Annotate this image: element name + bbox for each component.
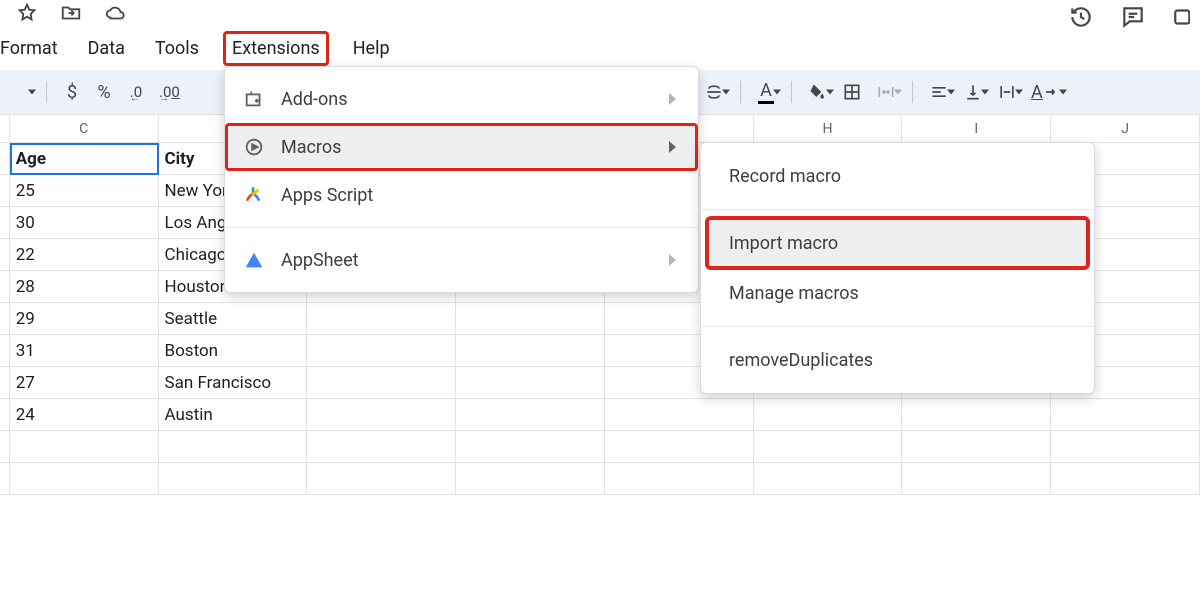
col-header[interactable]: I — [902, 115, 1051, 143]
menu-item-appsheet[interactable]: AppSheet — [225, 236, 698, 284]
menu-label: Import macro — [729, 233, 1066, 254]
table-row — [0, 431, 1200, 463]
borders-button[interactable] — [838, 77, 866, 107]
menu-label: Manage macros — [729, 283, 1072, 304]
menu-help[interactable]: Help — [347, 34, 396, 63]
meet-icon[interactable] — [1172, 4, 1190, 34]
menu-format[interactable]: Format — [0, 34, 64, 63]
macros-submenu: Record macro Import macro Manage macros … — [700, 142, 1095, 394]
move-folder-icon[interactable] — [60, 2, 82, 28]
table-row — [0, 463, 1200, 495]
menu-extensions[interactable]: Extensions — [223, 31, 329, 66]
col-header[interactable]: J — [1051, 115, 1200, 143]
menu-label: AppSheet — [281, 250, 653, 271]
record-icon — [243, 136, 265, 158]
table-row: 24 Austin — [0, 399, 1200, 431]
menu-item-import-macro[interactable]: Import macro — [707, 218, 1088, 268]
menu-data[interactable]: Data — [82, 34, 131, 63]
apps-script-icon — [243, 184, 265, 206]
extensions-menu: Add-ons Macros Apps Script AppSheet — [224, 66, 699, 293]
currency-button[interactable]: $ — [59, 77, 85, 107]
v-align-button[interactable] — [959, 77, 987, 107]
increase-decimal-button[interactable]: .00→ — [155, 77, 184, 107]
menu-item-record-macro[interactable]: Record macro — [701, 151, 1094, 201]
fill-color-button[interactable] — [804, 77, 832, 107]
menu-tools[interactable]: Tools — [149, 34, 205, 63]
menubar: Format Data Tools Extensions Help — [0, 30, 1200, 66]
top-right-actions — [1068, 4, 1190, 34]
title-actions — [0, 0, 1200, 30]
menu-separator — [225, 227, 698, 228]
chevron-right-icon — [669, 141, 676, 153]
comments-icon[interactable] — [1120, 4, 1146, 34]
percent-button[interactable]: % — [91, 77, 117, 107]
separator — [912, 81, 913, 103]
menu-item-addons[interactable]: Add-ons — [225, 75, 698, 123]
cloud-status-icon[interactable] — [104, 2, 126, 28]
cell[interactable]: Age — [10, 143, 159, 175]
wrap-button[interactable] — [993, 77, 1021, 107]
toolbar-right-segment: A A — [700, 77, 1065, 107]
merge-button[interactable] — [872, 77, 900, 107]
row-header[interactable] — [0, 143, 10, 175]
corner-cell[interactable] — [0, 115, 10, 143]
row-header[interactable] — [0, 175, 10, 207]
separator — [46, 81, 47, 103]
chevron-right-icon — [669, 93, 676, 105]
menu-label: Record macro — [729, 166, 1072, 187]
menu-label: Macros — [281, 137, 653, 158]
separator — [791, 81, 792, 103]
col-header[interactable]: C — [10, 115, 159, 143]
cell[interactable]: 25 — [10, 175, 159, 207]
col-header[interactable]: H — [754, 115, 903, 143]
history-icon[interactable] — [1068, 4, 1094, 34]
menu-label: Add-ons — [281, 89, 653, 110]
chevron-right-icon — [669, 254, 676, 266]
menu-separator — [701, 209, 1094, 210]
menu-item-custom-macro[interactable]: removeDuplicates — [701, 335, 1094, 385]
star-icon[interactable] — [16, 2, 38, 28]
appsheet-icon — [243, 249, 265, 271]
menu-label: Apps Script — [281, 185, 676, 206]
h-align-button[interactable] — [925, 77, 953, 107]
addons-icon — [243, 88, 265, 110]
rotation-button[interactable]: A — [1027, 77, 1065, 107]
menu-item-apps-script[interactable]: Apps Script — [225, 171, 698, 219]
menu-item-manage-macros[interactable]: Manage macros — [701, 268, 1094, 318]
menu-separator — [701, 326, 1094, 327]
zoom-dropdown[interactable] — [8, 77, 34, 107]
text-color-button[interactable]: A — [753, 77, 779, 107]
menu-item-macros[interactable]: Macros — [225, 123, 698, 171]
strike-button[interactable] — [700, 77, 728, 107]
decrease-decimal-button[interactable]: .0← — [123, 77, 149, 107]
separator — [740, 81, 741, 103]
menu-label: removeDuplicates — [729, 350, 1072, 371]
